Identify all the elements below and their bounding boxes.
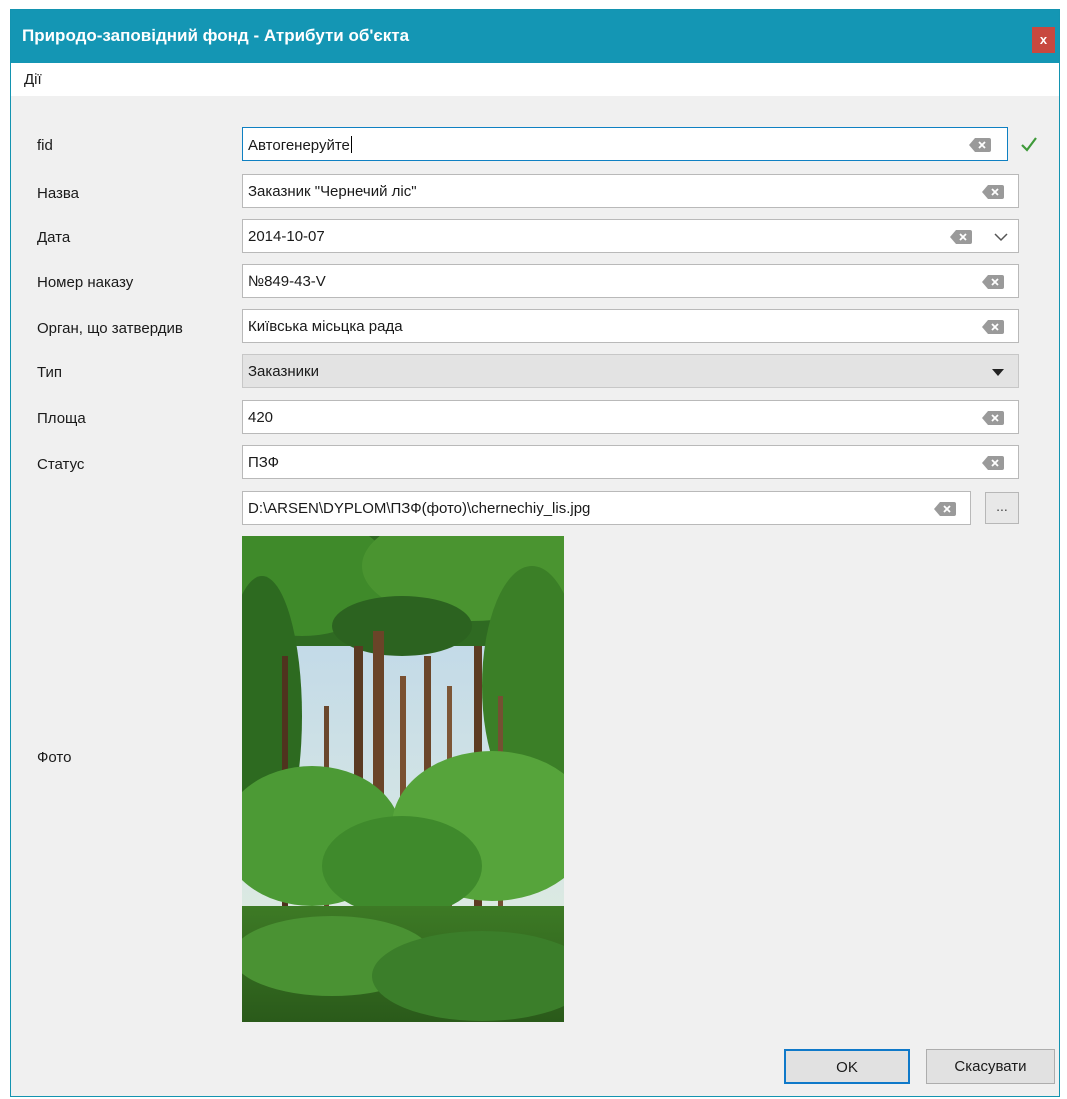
title-bar[interactable]: Природо-заповідний фонд - Атрибути об'єк… xyxy=(11,10,1059,63)
menu-actions-mnemonic: Д xyxy=(24,71,35,88)
close-button[interactable]: x xyxy=(1032,27,1055,53)
order-number-label: Номер наказу xyxy=(37,274,134,291)
order-number-field[interactable]: №849-43-V xyxy=(242,264,1019,298)
valid-checkmark-icon xyxy=(1021,137,1037,152)
authority-value: Київська місьцка рада xyxy=(248,318,403,335)
attribute-dialog: Природо-заповідний фонд - Атрибути об'єк… xyxy=(10,9,1060,1097)
area-label: Площа xyxy=(37,410,86,427)
date-value: 2014-10-07 xyxy=(248,228,325,245)
clear-icon[interactable] xyxy=(982,456,1004,470)
menu-bar: Дії xyxy=(11,63,1059,96)
date-field[interactable]: 2014-10-07 xyxy=(242,219,1019,253)
cancel-button[interactable]: Скасувати xyxy=(926,1049,1055,1084)
name-label: Назва xyxy=(37,185,80,202)
fid-text: Автогенеруйте xyxy=(248,137,350,154)
authority-label: Орган, що затвердив xyxy=(37,320,183,337)
text-cursor xyxy=(350,136,352,153)
status-field[interactable]: ПЗФ xyxy=(242,445,1019,479)
clear-icon[interactable] xyxy=(982,320,1004,334)
fid-field[interactable]: Автогенеруйте xyxy=(242,127,1008,161)
triangle-down-icon xyxy=(992,369,1004,376)
name-value: Заказник "Чернечий ліс" xyxy=(248,183,417,200)
clear-icon[interactable] xyxy=(982,411,1004,425)
clear-icon[interactable] xyxy=(982,185,1004,199)
order-number-value: №849-43-V xyxy=(248,273,326,290)
chevron-down-icon[interactable] xyxy=(994,231,1008,243)
window-title: Природо-заповідний фонд - Атрибути об'єк… xyxy=(22,26,410,45)
authority-field[interactable]: Київська місьцка рада xyxy=(242,309,1019,343)
fid-value: Автогенеруйте xyxy=(248,136,352,154)
browse-button[interactable]: ... xyxy=(985,492,1019,524)
clear-icon[interactable] xyxy=(934,502,956,516)
clear-icon[interactable] xyxy=(982,275,1004,289)
photo-preview xyxy=(242,536,564,1022)
name-field[interactable]: Заказник "Чернечий ліс" xyxy=(242,174,1019,208)
fid-label: fid xyxy=(37,137,53,154)
status-value: ПЗФ xyxy=(248,454,280,471)
type-label: Тип xyxy=(37,364,63,381)
photo-label: Фото xyxy=(37,749,72,766)
area-field[interactable]: 420 xyxy=(242,400,1019,434)
photo-path-field[interactable]: D:\ARSEN\DYPLOM\ПЗФ(фото)\chernechiy_lis… xyxy=(242,491,971,525)
menu-actions[interactable]: Дії xyxy=(24,71,42,88)
photo-path-value: D:\ARSEN\DYPLOM\ПЗФ(фото)\chernechiy_lis… xyxy=(248,500,591,517)
clear-icon[interactable] xyxy=(950,230,972,244)
status-label: Статус xyxy=(37,456,85,473)
ok-button[interactable]: OK xyxy=(784,1049,910,1084)
date-label: Дата xyxy=(37,229,71,246)
type-select[interactable]: Заказники xyxy=(242,354,1019,388)
area-value: 420 xyxy=(248,409,274,426)
clear-icon[interactable] xyxy=(969,138,991,152)
type-value: Заказники xyxy=(248,363,319,380)
menu-actions-label: ії xyxy=(34,71,42,88)
forest-photo-image xyxy=(242,536,564,1022)
